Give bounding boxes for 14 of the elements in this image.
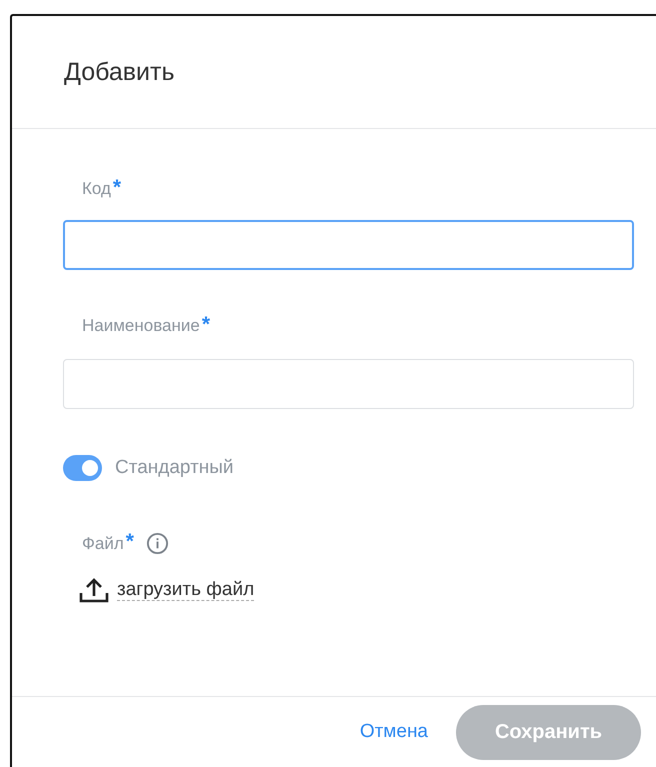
field-label: Наименование (82, 316, 200, 336)
info-icon[interactable] (146, 532, 169, 555)
required-mark: * (202, 316, 210, 333)
required-mark: * (112, 179, 122, 196)
input-field[interactable] (63, 220, 634, 270)
required-mark: * (126, 533, 134, 550)
dialog-title: Добавить (64, 58, 174, 86)
upload-icon[interactable] (79, 577, 109, 603)
upload-file-link[interactable]: загрузить файл (117, 580, 254, 600)
toggle-switch[interactable] (63, 455, 102, 481)
field-label: Код (82, 179, 111, 199)
cancel-button[interactable]: Отмена (360, 721, 428, 743)
field-label: Файл (82, 534, 124, 554)
toggle-label: Стандартный (115, 457, 234, 479)
